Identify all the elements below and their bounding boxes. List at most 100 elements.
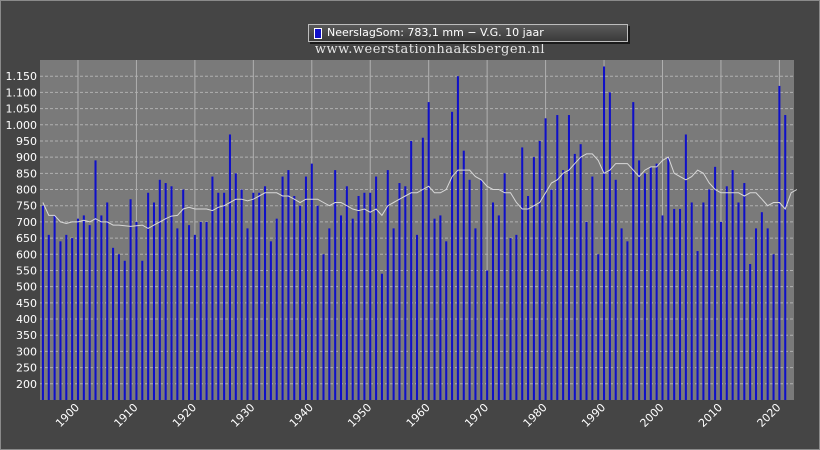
bar [351,218,354,400]
bar [100,215,103,400]
x-tick-label: 1920 [170,401,199,430]
bar [673,208,676,400]
rainfall-bar-chart: 200 250 300 350 400 450 500 550 600 650 700 750 800 8… [6,60,798,430]
bar [433,218,436,400]
bar [281,176,284,400]
bar [509,238,512,400]
bar [527,196,530,400]
bar [363,192,366,400]
bar [462,150,465,400]
bar [427,102,430,400]
bar [597,254,600,400]
bar [638,160,641,400]
bar [579,144,582,400]
y-tick-label: 850 [16,167,37,180]
bar [661,215,664,400]
bar [456,76,459,400]
bar [304,176,307,400]
bar [743,183,746,400]
bar [223,192,226,400]
legend-label: NeerslagSom: 783,1 mm − V.G. 10 jaar [327,26,544,39]
bar [749,264,752,400]
bar [696,251,699,400]
bar [293,196,296,400]
bar [480,179,483,400]
x-tick-label: 1990 [579,401,608,430]
bar [684,134,687,400]
bar [112,247,115,400]
bar [451,111,454,401]
bar [59,241,62,400]
y-tick-label: 900 [16,151,37,164]
bar [544,118,547,401]
bar [65,234,68,400]
x-tick-label: 2020 [755,401,784,430]
bar [106,202,109,400]
bar [591,176,594,400]
bar [94,160,97,400]
bar [567,115,570,401]
bar [269,241,272,400]
y-tick-label: 1.000 [6,119,38,132]
y-tick-label: 750 [16,200,37,213]
bar [468,179,471,400]
bar [328,228,331,400]
bar [573,153,576,400]
bar [334,170,337,400]
bar [386,170,389,400]
y-tick-label: 650 [16,232,37,245]
bar [205,221,208,400]
x-tick-label: 2000 [638,401,667,430]
bar [620,228,623,400]
x-tick-label: 1950 [345,401,374,430]
bar [725,186,728,400]
bar [135,221,138,400]
bar [550,189,553,400]
bar [264,186,267,400]
bar [445,241,448,400]
bar [240,189,243,400]
y-tick-label: 1.050 [6,103,38,116]
bar [626,241,629,400]
bar [515,234,518,400]
bar [474,228,477,400]
bar [486,270,489,400]
bar [147,192,150,400]
bar [322,254,325,400]
y-tick-label: 400 [16,313,37,326]
y-tick-label: 250 [16,362,37,375]
bar [71,238,74,400]
bar [532,157,535,400]
bar [772,254,775,400]
x-tick-label: 1960 [404,401,433,430]
bar [410,140,413,400]
bar [398,183,401,400]
bar [404,186,407,400]
bar [719,221,722,400]
x-tick-label: 1900 [53,401,82,430]
bar [316,205,319,400]
bar [158,179,161,400]
bar [123,260,126,400]
bar [603,66,606,400]
bar [585,221,588,400]
bar [164,183,167,400]
bar [76,218,80,400]
bar [439,215,442,400]
bar [392,228,395,400]
bar [708,189,711,400]
bar [345,186,348,400]
legend-swatch [314,28,322,39]
bar [141,260,144,400]
bar [182,189,185,400]
bar [287,170,290,400]
bar [188,225,191,400]
bar [737,202,740,400]
bar [228,134,231,400]
y-tick-label: 800 [16,184,37,197]
bar [421,137,424,400]
x-axis-ticks: 1900 1910 1920 1930 1940 1950 1960 1970 1980 1990… [53,401,783,430]
bar [129,199,132,400]
bar [193,234,196,400]
bar [415,234,419,400]
